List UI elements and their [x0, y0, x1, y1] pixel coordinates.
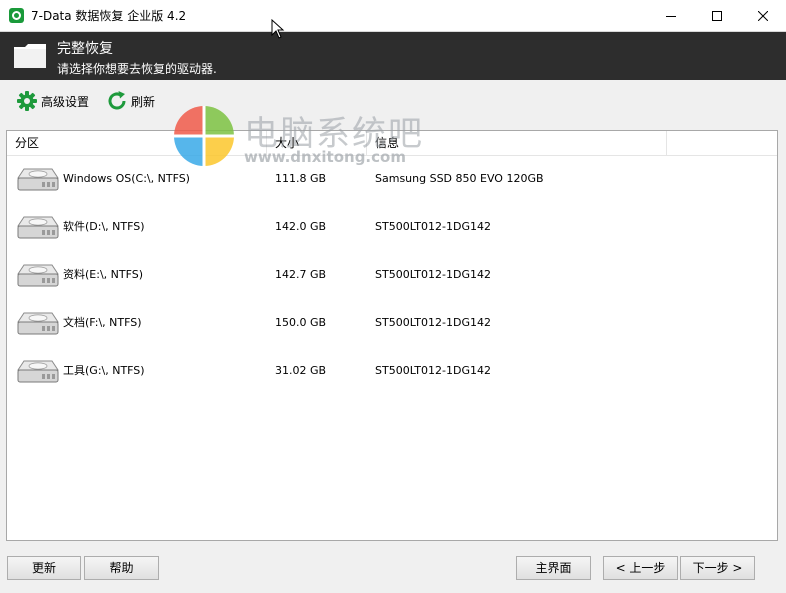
window-title: 7-Data 数据恢复 企业版 4.2: [31, 9, 187, 23]
partition-name: 资料(E:\, NTFS): [63, 268, 144, 281]
table-row[interactable]: 文档(F:\, NTFS) 150.0 GB ST500LT012-1DG142: [7, 303, 777, 343]
previous-button[interactable]: < 上一步: [603, 556, 678, 580]
gear-icon: [17, 91, 37, 111]
help-button[interactable]: 帮助: [84, 556, 159, 580]
refresh-label: 刷新: [131, 94, 156, 109]
partition-table[interactable]: 分区 大小 信息 Windows OS(C:\, NTFS) 111.8 GB Sa…: [6, 130, 778, 541]
advanced-settings-button[interactable]: 高级设置: [16, 90, 89, 112]
hard-drive-icon: [14, 310, 62, 341]
table-row[interactable]: 软件(D:\, NTFS) 142.0 GB ST500LT012-1DG142: [7, 207, 777, 247]
table-row[interactable]: Windows OS(C:\, NTFS) 111.8 GB Samsung SSD…: [7, 159, 777, 199]
column-header-partition[interactable]: 分区: [7, 131, 267, 155]
header-title: 完整恢复: [57, 41, 113, 57]
hard-drive-icon: [14, 166, 62, 197]
folder-icon: [14, 44, 46, 68]
maximize-icon: [712, 10, 722, 21]
partition-info: ST500LT012-1DG142: [375, 268, 491, 281]
hard-drive-icon: [14, 262, 62, 293]
table-row[interactable]: 资料(E:\, NTFS) 142.7 GB ST500LT012-1DG142: [7, 255, 777, 295]
next-button[interactable]: 下一步 >: [680, 556, 755, 580]
partition-info: ST500LT012-1DG142: [375, 364, 491, 377]
header-subtitle: 请选择你想要去恢复的驱动器.: [57, 62, 217, 76]
refresh-button[interactable]: 刷新: [106, 90, 155, 112]
partition-name: Windows OS(C:\, NTFS): [63, 172, 190, 185]
partition-info: ST500LT012-1DG142: [375, 220, 491, 233]
advanced-settings-label: 高级设置: [41, 94, 90, 109]
window-controls: [648, 0, 786, 31]
update-button[interactable]: 更新: [7, 556, 81, 580]
minimize-icon: [666, 15, 676, 17]
column-header-info[interactable]: 信息: [367, 131, 667, 155]
partition-name: 文档(F:\, NTFS): [63, 316, 142, 329]
close-button[interactable]: [740, 0, 786, 31]
hard-drive-icon: [14, 358, 62, 389]
partition-info: Samsung SSD 850 EVO 120GB: [375, 172, 544, 185]
app-logo-icon: [9, 8, 24, 23]
toolbar: 高级设置 刷新: [0, 81, 786, 121]
title-bar: 7-Data 数据恢复 企业版 4.2: [0, 0, 786, 32]
minimize-button[interactable]: [648, 0, 694, 31]
partition-name: 工具(G:\, NTFS): [63, 364, 145, 377]
maximize-button[interactable]: [694, 0, 740, 31]
refresh-icon: [108, 91, 126, 110]
table-row[interactable]: 工具(G:\, NTFS) 31.02 GB ST500LT012-1DG142: [7, 351, 777, 391]
partition-size: 31.02 GB: [275, 364, 327, 377]
partition-size: 111.8 GB: [275, 172, 327, 185]
close-icon: [758, 10, 768, 21]
mouse-cursor-icon: [271, 19, 285, 39]
partition-name: 软件(D:\, NTFS): [63, 220, 145, 233]
header-banner: 完整恢复 请选择你想要去恢复的驱动器.: [0, 32, 786, 80]
partition-size: 142.7 GB: [275, 268, 327, 281]
partition-size: 150.0 GB: [275, 316, 327, 329]
table-header: 分区 大小 信息: [7, 131, 777, 156]
partition-size: 142.0 GB: [275, 220, 327, 233]
column-header-size[interactable]: 大小: [267, 131, 367, 155]
home-button[interactable]: 主界面: [516, 556, 591, 580]
hard-drive-icon: [14, 214, 62, 245]
partition-info: ST500LT012-1DG142: [375, 316, 491, 329]
